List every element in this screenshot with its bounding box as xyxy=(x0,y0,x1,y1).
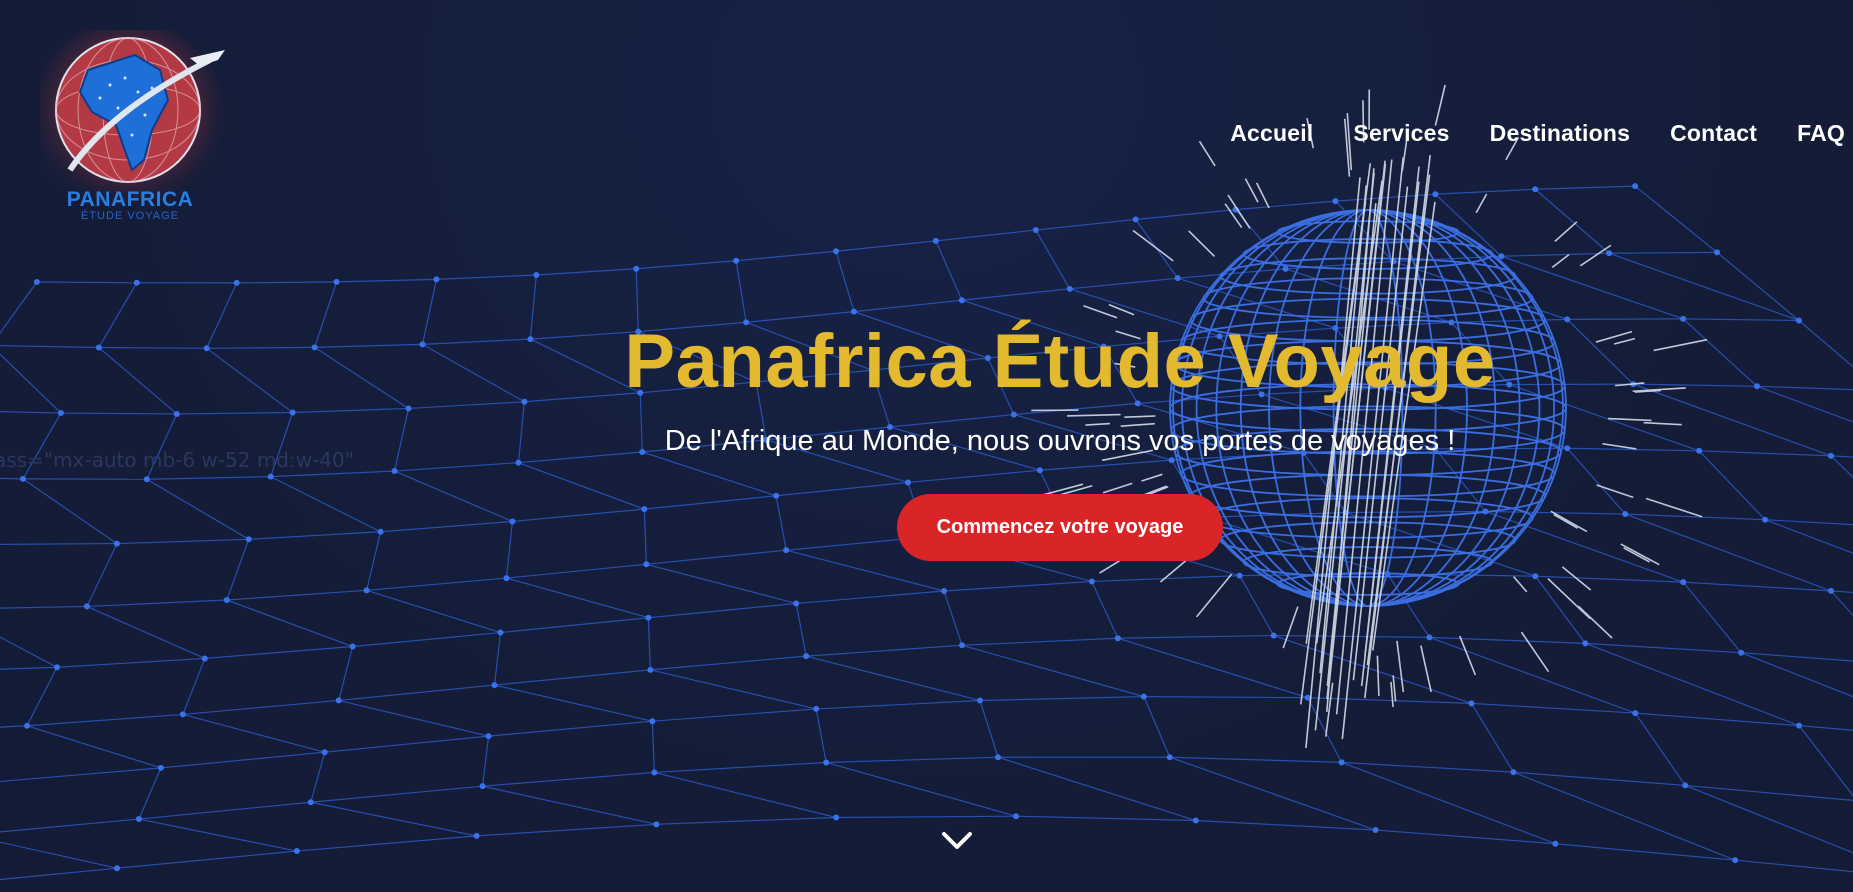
nav-item-services[interactable]: Services xyxy=(1353,120,1449,147)
logo-name: PANAFRICA xyxy=(66,188,194,211)
nav-item-destinations[interactable]: Destinations xyxy=(1490,120,1630,147)
hero-subtitle: De l'Afrique au Monde, nous ouvrons vos … xyxy=(664,425,1456,457)
start-journey-button[interactable]: Commencez votre voyage xyxy=(896,494,1224,561)
chevron-down-icon[interactable] xyxy=(940,828,974,852)
main-nav: Accueil Services Destinations Contact FA… xyxy=(1230,120,1845,147)
hero-title: Panafrica Étude Voyage xyxy=(624,319,1496,404)
nav-item-contact[interactable]: Contact xyxy=(1670,120,1757,147)
logo-tagline: ÉTUDE VOYAGE xyxy=(81,210,179,222)
panafrica-logo[interactable]: PANAFRICA ÉTUDE VOYAGE xyxy=(30,20,240,230)
hero-section: Panafrica Étude Voyage De l'Afrique au M… xyxy=(0,318,1853,561)
nav-item-faq[interactable]: FAQ xyxy=(1797,120,1845,147)
nav-item-accueil[interactable]: Accueil xyxy=(1230,120,1313,147)
